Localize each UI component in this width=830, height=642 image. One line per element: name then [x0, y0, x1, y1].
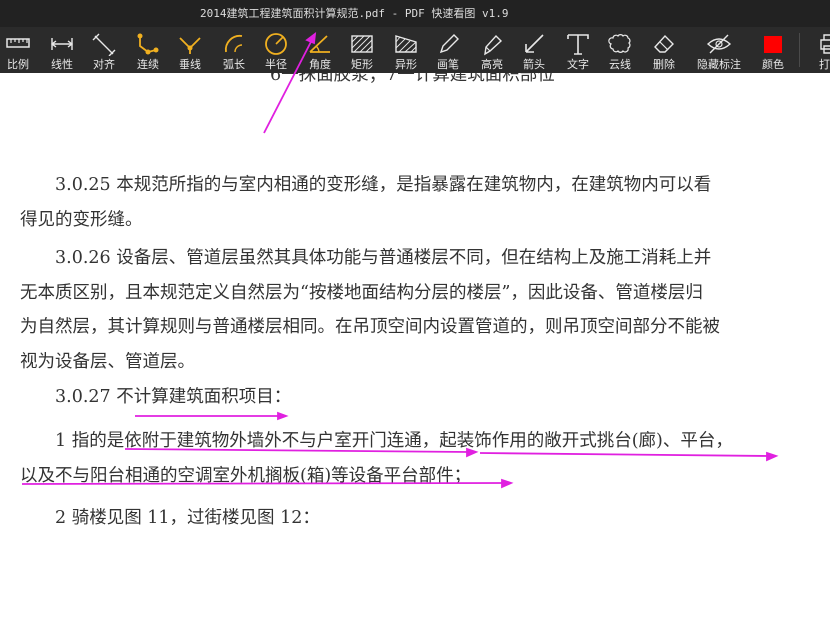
annotation-underline[interactable]	[124, 448, 471, 453]
annotation-underline[interactable]	[479, 452, 771, 457]
annotation-underline[interactable]	[21, 482, 506, 485]
annotation-arrowhead	[305, 32, 317, 45]
annotation-layer	[21, 32, 779, 489]
annotation-arrowhead	[766, 451, 779, 462]
annotation-arrowhead	[466, 447, 479, 458]
annotation-arrowhead	[277, 411, 289, 421]
annotation-arrowhead	[501, 478, 514, 489]
annotation-arrow[interactable]	[263, 33, 316, 134]
